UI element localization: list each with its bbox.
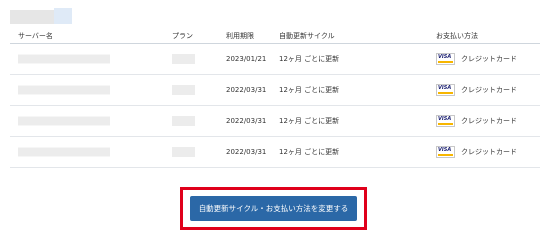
server-name-redacted [18, 54, 110, 64]
payment-label: クレジットカード [461, 117, 517, 125]
plan-redacted [172, 54, 195, 64]
renewal-cycle: 12ヶ月 ごとに更新 [279, 86, 340, 94]
renewal-cycle: 12ヶ月 ごとに更新 [279, 117, 340, 125]
page-title-redacted [10, 8, 72, 25]
table-row: 2023/01/21 12ヶ月 ごとに更新 VISA クレジットカード [10, 44, 540, 75]
expiry-date: 2022/03/31 [226, 86, 267, 94]
redacted-block [54, 8, 72, 24]
payment-method: VISA クレジットカード [436, 146, 517, 158]
expiry-date: 2022/03/31 [226, 117, 267, 125]
server-name-redacted [18, 116, 110, 126]
redacted-block [10, 10, 54, 24]
visa-card-icon: VISA [436, 84, 455, 96]
header-payment: お支払い方法 [436, 32, 478, 40]
server-name-redacted [18, 85, 110, 95]
header-cycle: 自動更新サイクル [279, 32, 335, 40]
payment-label: クレジットカード [461, 55, 517, 63]
table-row: 2022/03/31 12ヶ月 ごとに更新 VISA クレジットカード [10, 106, 540, 137]
payment-method: VISA クレジットカード [436, 53, 517, 65]
table-row: 2022/03/31 12ヶ月 ごとに更新 VISA クレジットカード [10, 137, 540, 168]
payment-method: VISA クレジットカード [436, 84, 517, 96]
table-row: 2022/03/31 12ヶ月 ごとに更新 VISA クレジットカード [10, 75, 540, 106]
renewal-cycle: 12ヶ月 ごとに更新 [279, 55, 340, 63]
plan-redacted [172, 147, 195, 157]
visa-card-icon: VISA [436, 115, 455, 127]
header-server-name: サーバー名 [18, 32, 53, 40]
payment-label: クレジットカード [461, 86, 517, 94]
expiry-date: 2023/01/21 [226, 55, 267, 63]
plan-redacted [172, 116, 195, 126]
expiry-date: 2022/03/31 [226, 148, 267, 156]
change-renewal-payment-button[interactable]: 自動更新サイクル・お支払い方法を変更する [190, 196, 357, 221]
payment-method: VISA クレジットカード [436, 115, 517, 127]
highlight-box: 自動更新サイクル・お支払い方法を変更する [180, 187, 367, 230]
header-period: 利用期限 [226, 32, 254, 40]
payment-label: クレジットカード [461, 148, 517, 156]
renewal-cycle: 12ヶ月 ごとに更新 [279, 148, 340, 156]
header-plan: プラン [172, 32, 193, 40]
server-name-redacted [18, 147, 110, 157]
visa-card-icon: VISA [436, 53, 455, 65]
visa-card-icon: VISA [436, 146, 455, 158]
plan-redacted [172, 85, 195, 95]
table-header: サーバー名 プラン 利用期限 自動更新サイクル お支払い方法 [10, 31, 540, 44]
server-renewal-table: サーバー名 プラン 利用期限 自動更新サイクル お支払い方法 2023/01/2… [10, 31, 540, 168]
